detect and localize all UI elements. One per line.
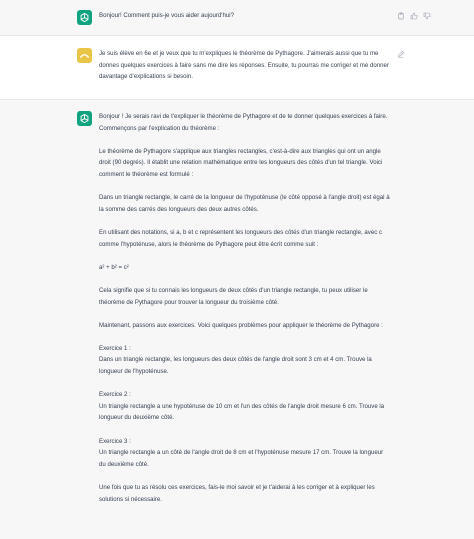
user-avatar [77,48,92,63]
message-paragraph: Bonjour ! Je serais ravi de t'expliquer … [99,113,388,132]
message-paragraph: Maintenant, passons aux exercices. Voici… [99,321,383,329]
assistant-message: Bonjour! Comment puis-je vous aider aujo… [0,0,474,36]
message-paragraph: Je suis élève en 6e et je veux que tu m'… [99,50,389,81]
assistant-message: Bonjour ! Je serais ravi de t'expliquer … [0,100,474,539]
message-content: Je suis élève en 6e et je veux que tu m'… [99,48,391,83]
assistant-avatar [77,111,92,126]
exercise-1: Exercice 1 : Dans un triangle rectangle,… [99,344,372,376]
openai-logo-icon [80,113,89,124]
user-avatar-icon [79,54,90,58]
formula: a² + b² = c² [99,263,129,271]
thumbs-up-icon[interactable] [410,12,418,20]
exercise-2: Exercice 2 : Un triangle rectangle a une… [99,391,385,422]
message-content: Bonjour! Comment puis-je vous aider aujo… [99,10,391,22]
message-paragraph: Une fois que tu as résolu ces exercices,… [99,484,375,503]
user-message: Je suis élève en 6e et je veux que tu m'… [0,36,474,100]
message-content: Bonjour ! Je serais ravi de t'expliquer … [99,111,391,505]
message-paragraph: En utilisant des notations, si a, b et c… [99,228,382,248]
exercise-3: Exercice 3 : Un triangle rectangle a un … [99,437,384,468]
thumbs-down-icon[interactable] [423,12,431,20]
edit-icon[interactable] [397,50,405,58]
clipboard-icon[interactable] [397,12,405,20]
openai-logo-icon [80,12,89,23]
message-paragraph: Le théorème de Pythagore s'applique aux … [99,147,383,178]
message-actions [397,12,431,20]
message-paragraph: Bonjour! Comment puis-je vous aider aujo… [99,12,234,19]
message-paragraph: Cela signifie que si tu connais les long… [99,286,368,306]
message-actions [397,50,405,58]
message-paragraph: Dans un triangle rectangle, le carré de … [99,194,390,213]
assistant-avatar [77,10,92,25]
